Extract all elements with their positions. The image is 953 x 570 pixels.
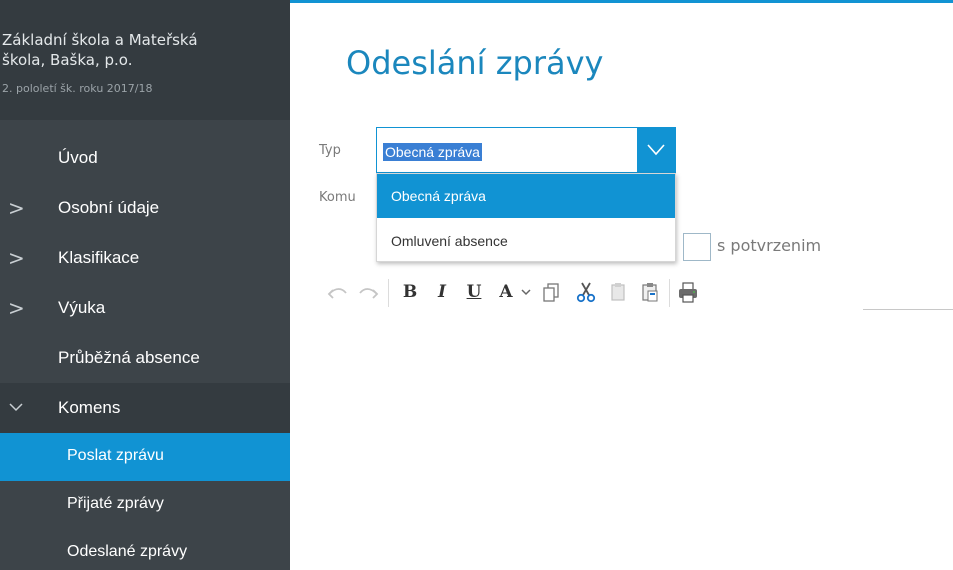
nav-item-label: Komens	[58, 398, 121, 417]
chevron-right-icon: >	[8, 196, 25, 220]
nav-item-absence[interactable]: Průběžná absence	[0, 333, 290, 383]
chevron-down-icon	[8, 394, 24, 418]
nav-item-label: Výuka	[58, 298, 106, 317]
page-title: Odeslání zprávy	[346, 44, 604, 82]
chevron-down-icon[interactable]	[637, 128, 675, 172]
nav-item-teaching[interactable]: > Výuka	[0, 283, 290, 333]
nav-item-personal[interactable]: > Osobní údaje	[0, 183, 290, 233]
italic-button[interactable]: I	[428, 278, 456, 306]
undo-icon[interactable]	[324, 278, 352, 306]
nav-item-komens[interactable]: Komens	[0, 383, 290, 433]
editor-toolbar: B I U A	[320, 275, 953, 311]
school-name: Základní škola a Mateřská škola, Baška, …	[2, 30, 282, 70]
cut-icon[interactable]	[572, 278, 600, 306]
to-label: Komu	[319, 190, 356, 205]
message-editor[interactable]	[320, 312, 953, 570]
toolbar-separator	[388, 279, 389, 307]
sidebar-item-sent[interactable]: Odeslané zprávy	[0, 529, 290, 570]
type-label: Typ	[319, 143, 341, 158]
type-select[interactable]: Obecná zpráva	[376, 127, 676, 173]
copy-icon[interactable]	[538, 278, 566, 306]
nav-item-label: Osobní údaje	[58, 198, 160, 217]
sub-item-label: Poslat zprávu	[67, 447, 164, 464]
top-accent-line	[290, 0, 953, 3]
type-option-general[interactable]: Obecná zpráva	[377, 174, 675, 218]
chevron-right-icon: >	[8, 296, 25, 320]
chevron-down-icon[interactable]	[517, 278, 535, 306]
school-header: Základní škola a Mateřská škola, Baška, …	[0, 0, 290, 120]
paste-word-icon[interactable]	[636, 278, 664, 306]
type-dropdown: Obecná zpráva Omluvení absence	[376, 173, 676, 262]
confirm-label: s potvrzenim	[717, 236, 822, 255]
bold-button[interactable]: B	[396, 278, 424, 306]
nav-item-intro[interactable]: Úvod	[0, 133, 290, 183]
nav-item-label: Klasifikace	[58, 248, 140, 267]
toolbar-separator	[669, 279, 670, 307]
sub-item-label: Přijaté zprávy	[67, 495, 164, 512]
chevron-right-icon: >	[8, 246, 25, 270]
sidebar-item-received[interactable]: Přijaté zprávy	[0, 481, 290, 529]
sidebar: Základní škola a Mateřská škola, Baška, …	[0, 0, 290, 570]
sub-item-label: Odeslané zprávy	[67, 543, 188, 560]
sidebar-item-send-message[interactable]: Poslat zprávu	[0, 433, 290, 481]
nav-item-label: Průběžná absence	[58, 348, 200, 367]
nav-item-grading[interactable]: > Klasifikace	[0, 233, 290, 283]
redo-icon[interactable]	[354, 278, 382, 306]
type-option-absence-excuse[interactable]: Omluvení absence	[377, 219, 675, 263]
type-select-value: Obecná zpráva	[383, 143, 482, 161]
paste-icon[interactable]	[604, 278, 632, 306]
underline-button[interactable]: U	[460, 278, 488, 306]
option-label: Omluvení absence	[391, 233, 508, 249]
print-icon[interactable]	[674, 278, 702, 306]
school-term: 2. pololetí šk. roku 2017/18	[2, 82, 153, 95]
school-name-line1: Základní škola a Mateřská	[2, 31, 198, 49]
toolbar-underline	[863, 309, 953, 310]
font-color-button[interactable]: A	[492, 278, 520, 306]
option-label: Obecná zpráva	[391, 188, 486, 204]
confirm-checkbox[interactable]	[683, 233, 711, 261]
school-name-line2: škola, Baška, p.o.	[2, 51, 133, 69]
nav-item-label: Úvod	[58, 148, 98, 167]
